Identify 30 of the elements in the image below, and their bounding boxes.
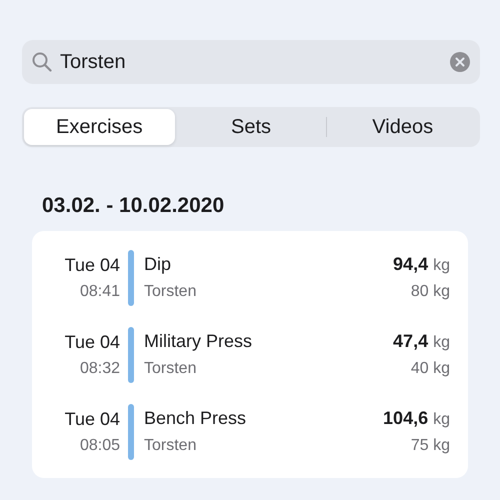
clear-icon[interactable] xyxy=(450,52,470,72)
weight-unit: kg xyxy=(433,334,450,352)
exercise-name: Military Press xyxy=(144,331,254,352)
weight-unit: kg xyxy=(433,257,450,275)
exercise-name: Dip xyxy=(144,254,172,275)
weight-value: 94,4 xyxy=(393,254,428,275)
entry-day: Tue 04 xyxy=(64,254,120,276)
sub-weight: 40 kg xyxy=(410,360,450,378)
accent-bar xyxy=(128,404,134,460)
sub-weight: 75 kg xyxy=(410,437,450,455)
entry-time: 08:05 xyxy=(80,436,120,454)
tab[interactable]: Sets xyxy=(176,109,326,145)
weight-value: 104,6 xyxy=(383,408,428,429)
accent-bar xyxy=(128,326,134,382)
weight-value: 47,4 xyxy=(393,331,428,352)
exercise-name: Bench Press xyxy=(144,408,248,429)
sub-weight: 80 kg xyxy=(410,283,450,301)
weight-unit: kg xyxy=(433,411,450,429)
tab[interactable]: Exercises xyxy=(24,109,175,145)
person-name: Torsten xyxy=(144,283,198,301)
entry-day: Tue 04 xyxy=(64,408,120,430)
person-name: Torsten xyxy=(144,360,198,378)
person-name: Torsten xyxy=(144,437,198,455)
search-field[interactable]: Torsten xyxy=(22,40,480,84)
entry-time: 08:41 xyxy=(80,282,120,300)
section-title: 03.02. - 10.02.2020 xyxy=(42,194,226,218)
entry-time: 08:32 xyxy=(80,360,120,378)
tab[interactable]: Videos xyxy=(327,109,478,145)
accent-bar xyxy=(128,250,134,306)
entry-day: Tue 04 xyxy=(64,332,120,352)
